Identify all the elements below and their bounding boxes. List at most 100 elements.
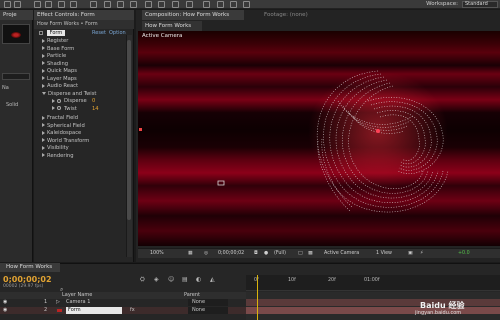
rotate-tool-icon[interactable] — [58, 1, 65, 8]
layer-name[interactable]: Camera 1 — [66, 299, 90, 306]
color-channel-icon[interactable]: ● — [264, 251, 268, 257]
fx-icon[interactable] — [39, 31, 43, 35]
effect-group-shading[interactable]: Shading — [34, 61, 134, 68]
effect-group-fractal-field[interactable]: Fractal Field — [34, 115, 134, 122]
current-time-indicator[interactable] — [257, 275, 258, 320]
timeline-timecode[interactable]: 0;00;00;02 — [3, 275, 52, 284]
expand-arrow-icon[interactable] — [42, 123, 45, 127]
axis-view-icon[interactable] — [243, 1, 250, 8]
effect-group-particle[interactable]: Particle — [34, 53, 134, 60]
toggle-pixel-icon[interactable]: ▣ — [408, 251, 413, 257]
hand-tool-icon[interactable] — [34, 1, 41, 8]
effect-group-rendering[interactable]: Rendering — [34, 153, 134, 160]
visibility-eye-icon[interactable]: ◉ — [3, 299, 7, 306]
workspace-select[interactable]: Standard — [462, 1, 498, 8]
stopwatch-icon[interactable] — [57, 98, 61, 103]
motion-blur-icon[interactable]: ◐ — [196, 276, 201, 283]
effect-group-disperse-twist[interactable]: Disperse and Twist — [34, 91, 134, 98]
camera-view-select[interactable]: Active Camera — [324, 251, 359, 257]
expand-arrow-icon[interactable] — [42, 153, 45, 157]
expand-arrow-icon[interactable] — [42, 83, 45, 88]
parent-column[interactable]: Parent — [184, 292, 200, 299]
shy-icon[interactable]: ☺ — [168, 276, 174, 283]
anchor-point-icon[interactable] — [376, 129, 380, 133]
expand-arrow-icon[interactable] — [42, 53, 45, 58]
roi-icon[interactable]: □ — [298, 251, 303, 257]
reset-link[interactable]: Reset — [92, 30, 106, 37]
expand-arrow-icon[interactable] — [42, 115, 45, 120]
effect-group-audio-react[interactable]: Audio React — [34, 83, 134, 90]
snapshot-camera-icon[interactable]: ◘ — [254, 251, 258, 257]
effect-name[interactable]: Form — [46, 30, 66, 36]
parent-select[interactable]: None — [188, 307, 228, 314]
time-ruler[interactable]: 0f 10f 20f 01:00f — [246, 275, 500, 291]
composition-subtab[interactable]: How Form Works — [142, 21, 202, 31]
selection-tool-icon[interactable] — [14, 1, 21, 8]
effect-group-base-form[interactable]: Base Form — [34, 46, 134, 53]
effect-group-kaleidospace[interactable]: Kaleidospace — [34, 130, 134, 137]
transparency-grid-icon[interactable]: ▩ — [308, 251, 313, 257]
visibility-eye-icon[interactable]: ◉ — [3, 307, 7, 314]
twist-value[interactable]: 14 — [92, 106, 99, 113]
home-tool-icon[interactable] — [4, 1, 11, 8]
grid-icon[interactable]: ▦ — [188, 251, 193, 257]
puppet-tool-icon[interactable] — [203, 1, 210, 8]
snapshot-icon[interactable]: ◎ — [204, 251, 208, 257]
layer-name[interactable]: Form — [66, 307, 122, 314]
expand-arrow-icon[interactable] — [42, 38, 45, 43]
project-tab[interactable]: Proje — [0, 10, 33, 20]
project-search-input[interactable] — [2, 73, 30, 80]
expand-arrow-icon[interactable] — [42, 138, 45, 142]
frame-blend-icon[interactable]: ▤ — [182, 276, 188, 283]
expand-arrow-icon[interactable] — [42, 46, 45, 50]
expand-arrow-icon[interactable] — [42, 61, 45, 65]
parent-select[interactable]: None — [188, 299, 228, 306]
effect-group-world-transform[interactable]: World Transform — [34, 138, 134, 145]
stopwatch-icon[interactable] — [57, 106, 61, 110]
roto-tool-icon[interactable] — [186, 1, 193, 8]
effect-scrollbar-thumb[interactable] — [127, 40, 131, 220]
eraser-tool-icon[interactable] — [172, 1, 179, 8]
fx-switch-icon[interactable]: fx — [130, 307, 135, 314]
pan-behind-tool-icon[interactable] — [90, 1, 97, 8]
graph-editor-icon[interactable]: ◭ — [210, 276, 215, 283]
expand-arrow-icon[interactable] — [52, 106, 55, 110]
current-time-display[interactable]: 0;00;00;02 — [218, 251, 244, 257]
type-tool-icon[interactable] — [130, 1, 137, 8]
options-link[interactable]: Option — [109, 30, 126, 37]
timeline-tab[interactable]: How Form Works — [0, 263, 60, 272]
pen-tool-icon[interactable] — [117, 1, 124, 8]
fast-preview-icon[interactable]: ⚡ — [420, 251, 423, 257]
effect-group-layer-maps[interactable]: Layer Maps — [34, 76, 134, 83]
exposure-value[interactable]: +0.0 — [458, 251, 470, 257]
disperse-value[interactable]: 0 — [92, 98, 95, 105]
composition-tab[interactable]: Composition: How Form Works — [142, 10, 244, 20]
expand-arrow-icon[interactable] — [52, 98, 55, 103]
footage-tab[interactable]: Footage: (none) — [261, 10, 321, 20]
effect-group-register[interactable]: Register — [34, 38, 134, 45]
view-layout-select[interactable]: 1 View — [376, 251, 392, 257]
layer-name-column[interactable]: Layer Name — [62, 292, 92, 299]
rectangle-tool-icon[interactable] — [104, 1, 111, 8]
project-item-solid[interactable]: Solid — [6, 101, 18, 109]
effect-group-visibility[interactable]: Visibility — [34, 145, 134, 152]
timeline-layer-row[interactable]: ◉ 1 ▷ Camera 1 None — [0, 299, 246, 306]
clone-tool-icon[interactable] — [158, 1, 165, 8]
effect-group-spherical-field[interactable]: Spherical Field — [34, 123, 134, 130]
collapse-arrow-icon[interactable] — [42, 91, 46, 95]
effect-group-quick-maps[interactable]: Quick Maps — [34, 68, 134, 75]
draft-3d-icon[interactable]: ◈ — [154, 276, 159, 283]
axis-world-icon[interactable] — [230, 1, 237, 8]
expand-arrow-icon[interactable] — [42, 130, 45, 135]
timeline-layer-row[interactable]: ◉ 2 Form fx None — [0, 307, 246, 314]
brush-tool-icon[interactable] — [145, 1, 152, 8]
zoom-select[interactable]: 100% — [150, 251, 164, 257]
effect-controls-tab[interactable]: Effect Controls: Form — [34, 10, 134, 20]
zoom-tool-icon[interactable] — [45, 1, 52, 8]
comp-flow-icon[interactable]: ⛭ — [140, 276, 145, 284]
composition-viewer[interactable]: Active Camera — [138, 31, 500, 246]
expand-arrow-icon[interactable] — [42, 76, 45, 80]
expand-arrow-icon[interactable] — [42, 145, 45, 150]
expand-arrow-icon[interactable] — [42, 68, 45, 73]
camera-tool-icon[interactable] — [70, 1, 77, 8]
